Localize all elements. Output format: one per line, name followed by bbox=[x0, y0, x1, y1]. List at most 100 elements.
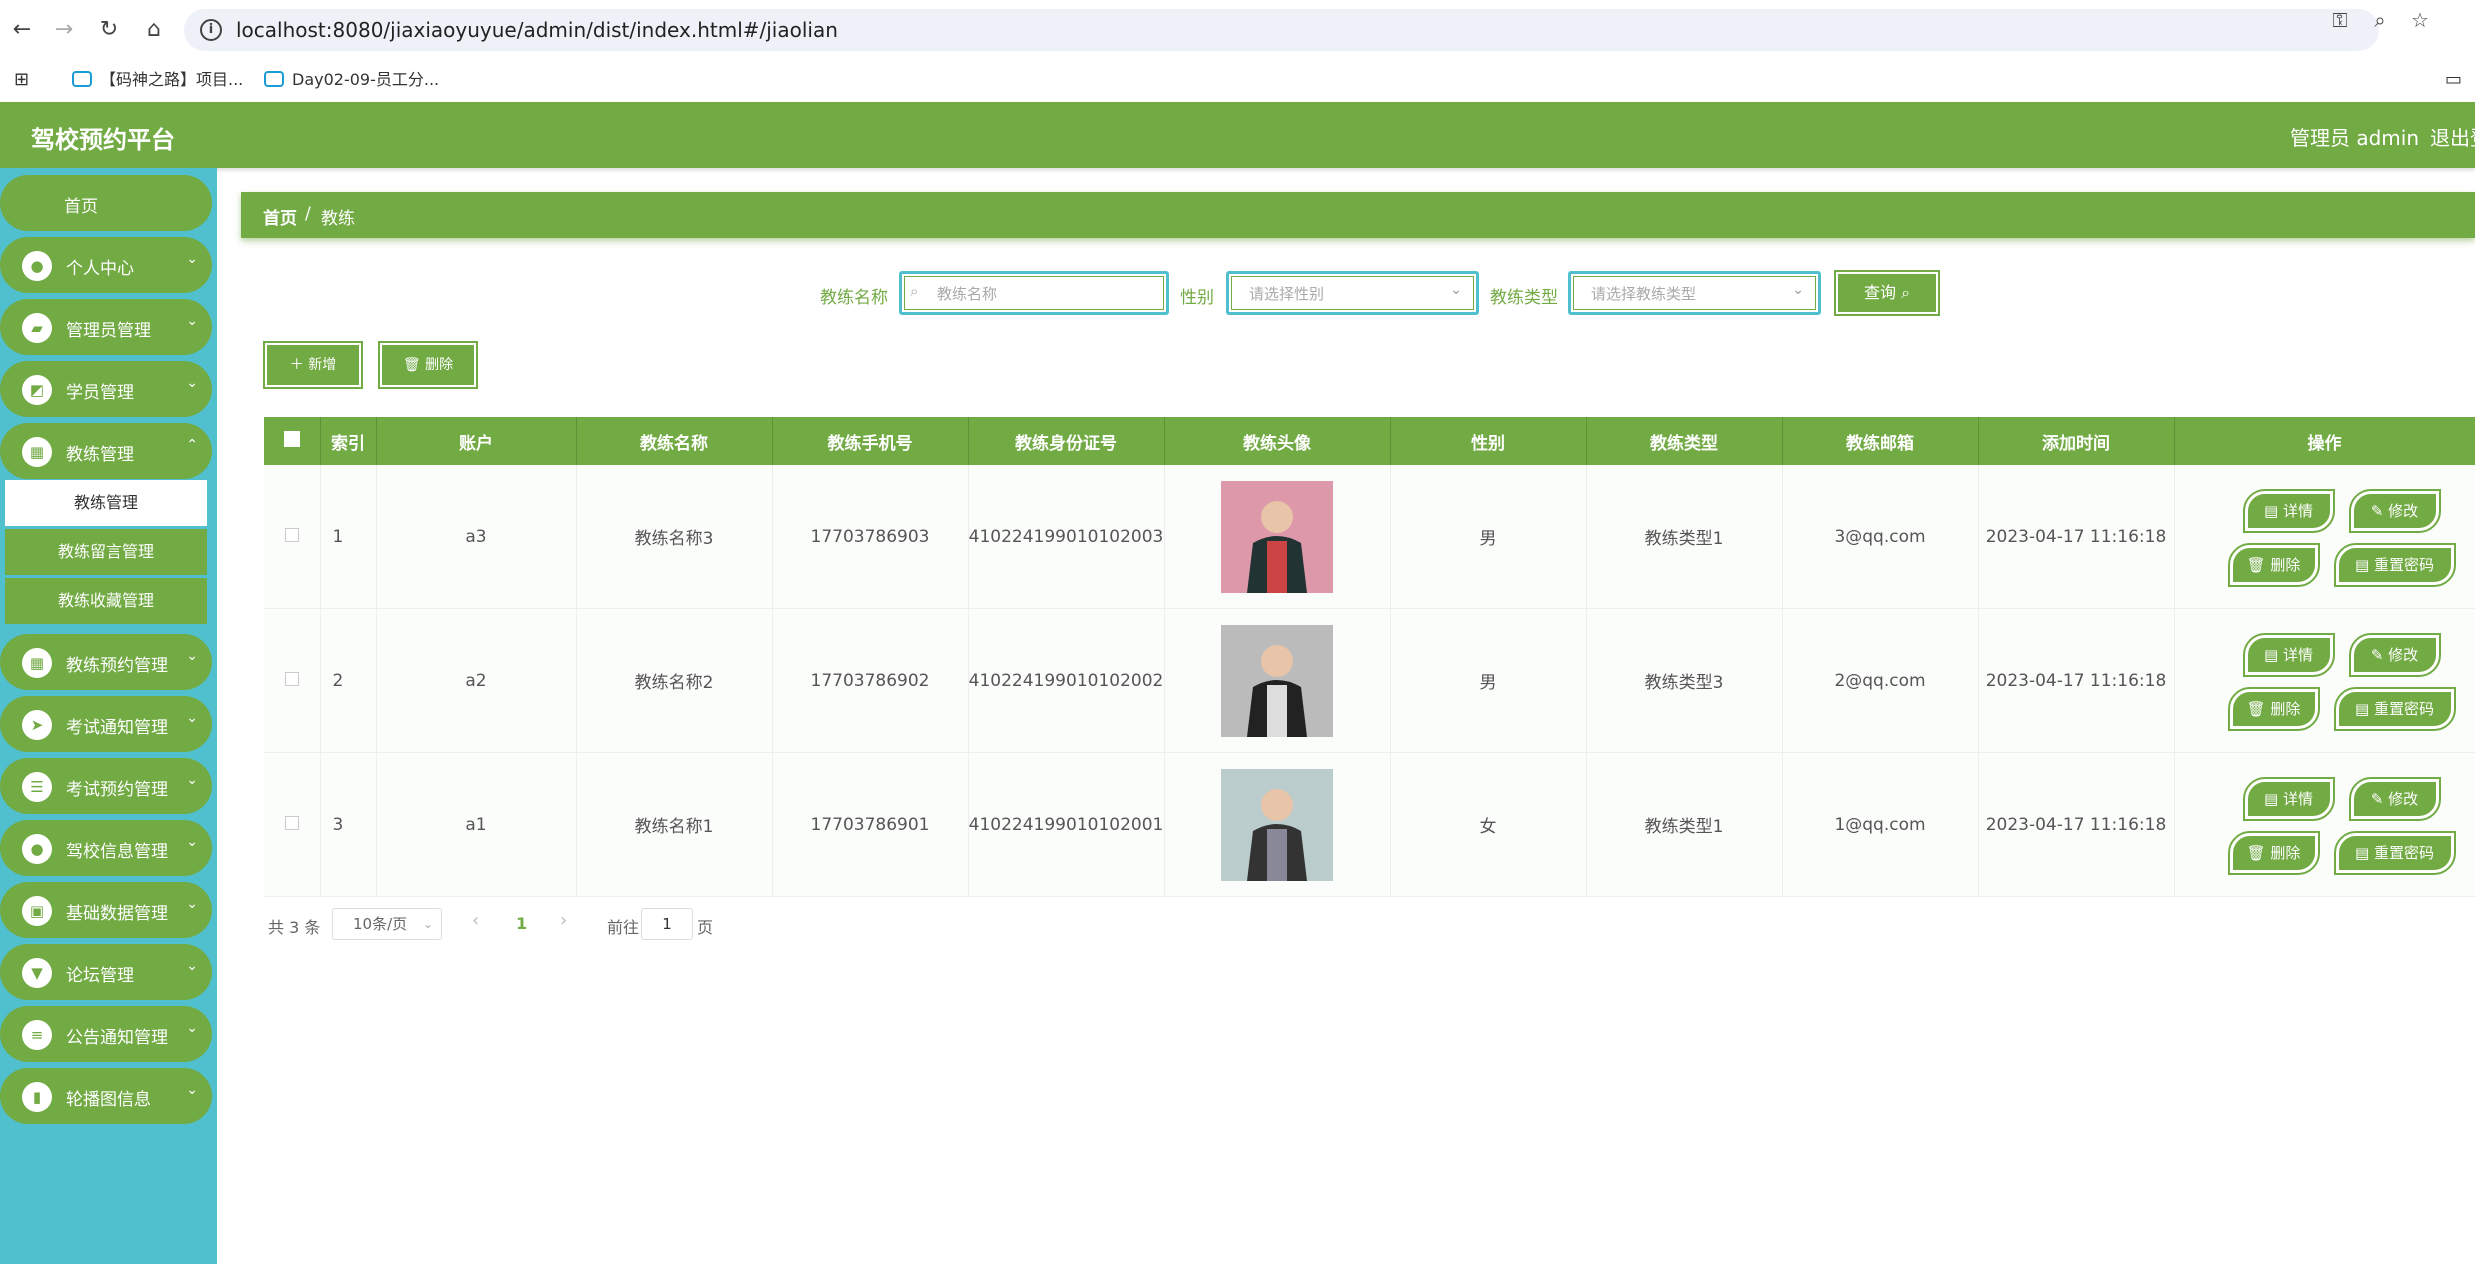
sidebar-subitem-coach-favorites[interactable]: 教练收藏管理 bbox=[5, 578, 207, 624]
bookmark-item[interactable]: Day02-09-员工分... bbox=[264, 66, 439, 94]
table-row: 1 a3 教练名称3 17703786903 410224199010102003 男教练… bbox=[264, 465, 2475, 609]
sidebar-item-admin[interactable]: ▰ 管理员管理 ⌄ bbox=[0, 299, 212, 355]
delete-button-label: 删除 bbox=[425, 357, 454, 373]
reset-password-button[interactable]: ▤ 重置密码 bbox=[2333, 543, 2456, 587]
coach-avatar[interactable] bbox=[1221, 480, 1333, 593]
coach-name-input[interactable]: ⌕ 教练名称 bbox=[899, 271, 1169, 315]
sidebar-item-carousel[interactable]: ▮ 轮播图信息 ⌄ bbox=[0, 1068, 212, 1124]
cell-phone: 17703786903 bbox=[772, 465, 969, 609]
cell-gender: 女 bbox=[1390, 752, 1587, 897]
breadcrumb: 首页 / 教练 bbox=[241, 192, 2475, 238]
table-row: 2 a2 教练名称2 17703786902 410224199010102002 男教练… bbox=[264, 608, 2475, 753]
select-all-cell[interactable] bbox=[264, 417, 321, 465]
prev-page-icon[interactable]: ‹ bbox=[472, 910, 479, 931]
delete-button[interactable]: 🗑 删除 bbox=[2227, 687, 2320, 731]
row-actions: ▤ 详情 ✎ 修改 🗑 删除 ▤ 重置密码 bbox=[2175, 753, 2475, 896]
coach-type-select[interactable]: 请选择教练类型 ⌄ bbox=[1568, 271, 1821, 315]
edit-icon: ✎ bbox=[2370, 646, 2389, 664]
bulk-delete-button[interactable]: 🗑 删除 bbox=[378, 341, 478, 389]
sidebar-item-home[interactable]: 首页 bbox=[0, 175, 212, 231]
bookmark-item[interactable]: 【码神之路】项目... bbox=[72, 66, 243, 94]
add-button[interactable]: ＋ 新增 bbox=[263, 341, 363, 389]
user-icon: ● bbox=[22, 834, 52, 864]
column-header: 操作 bbox=[2174, 417, 2475, 465]
table-row: 3 a1 教练名称1 17703786901 410224199010102001 女教练… bbox=[264, 752, 2475, 897]
next-page-icon[interactable]: › bbox=[560, 910, 567, 931]
goto-label: 前往 bbox=[607, 918, 640, 937]
reset-password-button[interactable]: ▤ 重置密码 bbox=[2333, 687, 2456, 731]
select-all-checkbox[interactable] bbox=[283, 430, 300, 447]
breadcrumb-home[interactable]: 首页 bbox=[263, 204, 297, 229]
url-bar[interactable]: i localhost:8080/jiaxiaoyuyue/admin/dist… bbox=[184, 9, 2379, 51]
apps-icon[interactable]: ⊞ bbox=[14, 66, 29, 94]
sidebar-item-coaches[interactable]: ▦ 教练管理 ⌃ bbox=[0, 423, 212, 479]
delete-button[interactable]: 🗑 删除 bbox=[2227, 543, 2320, 587]
bilibili-icon bbox=[72, 70, 92, 87]
reload-icon[interactable]: ↻ bbox=[95, 16, 123, 44]
column-header: 教练名称 bbox=[576, 417, 773, 465]
grid-icon: ▦ bbox=[22, 437, 52, 467]
zoom-icon[interactable]: ⌕ bbox=[2367, 8, 2393, 32]
coach-avatar[interactable] bbox=[1221, 624, 1333, 737]
gender-select[interactable]: 请选择性别 ⌄ bbox=[1226, 271, 1479, 315]
detail-button[interactable]: ▤ 详情 bbox=[2242, 777, 2335, 821]
chevron-down-icon: ⌄ bbox=[186, 313, 198, 329]
site-info-icon[interactable]: i bbox=[200, 19, 222, 41]
edit-button[interactable]: ✎ 修改 bbox=[2348, 489, 2441, 533]
folder-icon[interactable]: ▭ bbox=[2445, 66, 2462, 94]
cell-account: a2 bbox=[376, 608, 577, 753]
cell-ops: ▤ 详情 ✎ 修改 🗑 删除 ▤ 重置密码 bbox=[2174, 752, 2475, 897]
coach-avatar[interactable] bbox=[1221, 768, 1333, 881]
delete-button[interactable]: 🗑 删除 bbox=[2227, 831, 2320, 875]
goto-page-input[interactable]: 1 bbox=[641, 908, 693, 940]
sidebar-subitem-coach-manage[interactable]: 教练管理 bbox=[5, 480, 207, 526]
cell-avatar bbox=[1164, 465, 1391, 609]
sidebar-item-school-info[interactable]: ● 驾校信息管理 ⌄ bbox=[0, 820, 212, 876]
sidebar-item-personal[interactable]: ● 个人中心 ⌄ bbox=[0, 237, 212, 293]
row-checkbox-cell[interactable] bbox=[264, 752, 321, 897]
sidebar-item-label: 教练管理 bbox=[66, 445, 134, 465]
cell-name: 教练名称3 bbox=[576, 465, 773, 609]
row-checkbox[interactable] bbox=[284, 527, 299, 542]
sidebar-item-bookings[interactable]: ▦ 教练预约管理 ⌄ bbox=[0, 634, 212, 690]
sidebar-item-forum[interactable]: ▼ 论坛管理 ⌄ bbox=[0, 944, 212, 1000]
sidebar-item-students[interactable]: ◩ 学员管理 ⌄ bbox=[0, 361, 212, 417]
edit-button[interactable]: ✎ 修改 bbox=[2348, 633, 2441, 677]
password-key-icon[interactable]: ⚿ bbox=[2327, 8, 2353, 32]
reset-password-button[interactable]: ▤ 重置密码 bbox=[2333, 831, 2456, 875]
chevron-down-icon: ⌄ bbox=[186, 648, 198, 664]
page-number-current[interactable]: 1 bbox=[516, 914, 527, 933]
doc-icon: ▤ bbox=[2264, 502, 2283, 520]
forward-icon[interactable]: → bbox=[50, 16, 78, 44]
sidebar-item-base-data[interactable]: ▣ 基础数据管理 ⌄ bbox=[0, 882, 212, 938]
home-icon[interactable]: ⌂ bbox=[140, 16, 168, 44]
row-checkbox[interactable] bbox=[284, 815, 299, 830]
logout-link[interactable]: 退出登录 bbox=[2430, 122, 2475, 151]
sidebar-item-label: 公告通知管理 bbox=[66, 1028, 168, 1048]
table-body: 1 a3 教练名称3 17703786903 410224199010102003 男教练… bbox=[264, 465, 2475, 897]
sidebar: 首页 ● 个人中心 ⌄ ▰ 管理员管理 ⌄ ◩ 学员管理 ⌄ ▦ 教练管理 ⌃ … bbox=[0, 168, 217, 1264]
page-size-value: 10条/页 bbox=[353, 915, 408, 933]
row-checkbox[interactable] bbox=[284, 671, 299, 686]
cell-phone: 17703786902 bbox=[772, 608, 969, 753]
detail-button[interactable]: ▤ 详情 bbox=[2242, 489, 2335, 533]
sidebar-subitem-coach-messages[interactable]: 教练留言管理 bbox=[5, 529, 207, 575]
sidebar-item-announcements[interactable]: ≡ 公告通知管理 ⌄ bbox=[0, 1006, 212, 1062]
user-label[interactable]: 管理员 admin bbox=[2290, 122, 2419, 151]
edit-button[interactable]: ✎ 修改 bbox=[2348, 777, 2441, 821]
page-size-select[interactable]: 10条/页 ⌄ bbox=[332, 908, 442, 940]
row-checkbox-cell[interactable] bbox=[264, 608, 321, 753]
book-icon: ▮ bbox=[22, 1082, 52, 1112]
row-checkbox-cell[interactable] bbox=[264, 465, 321, 609]
row-actions: ▤ 详情 ✎ 修改 🗑 删除 ▤ 重置密码 bbox=[2175, 465, 2475, 608]
cell-type: 教练类型3 bbox=[1586, 608, 1783, 753]
sidebar-item-exam-notice[interactable]: ➤ 考试通知管理 ⌄ bbox=[0, 696, 212, 752]
cell-avatar bbox=[1164, 752, 1391, 897]
sidebar-item-exam-booking[interactable]: ☰ 考试预约管理 ⌄ bbox=[0, 758, 212, 814]
bookmark-star-icon[interactable]: ☆ bbox=[2407, 8, 2433, 32]
query-button[interactable]: 查询 ⌕ bbox=[1834, 270, 1940, 316]
detail-button[interactable]: ▤ 详情 bbox=[2242, 633, 2335, 677]
plus-icon: ＋ bbox=[289, 357, 309, 373]
back-icon[interactable]: ← bbox=[8, 16, 36, 44]
chevron-down-icon: ⌄ bbox=[186, 251, 198, 267]
